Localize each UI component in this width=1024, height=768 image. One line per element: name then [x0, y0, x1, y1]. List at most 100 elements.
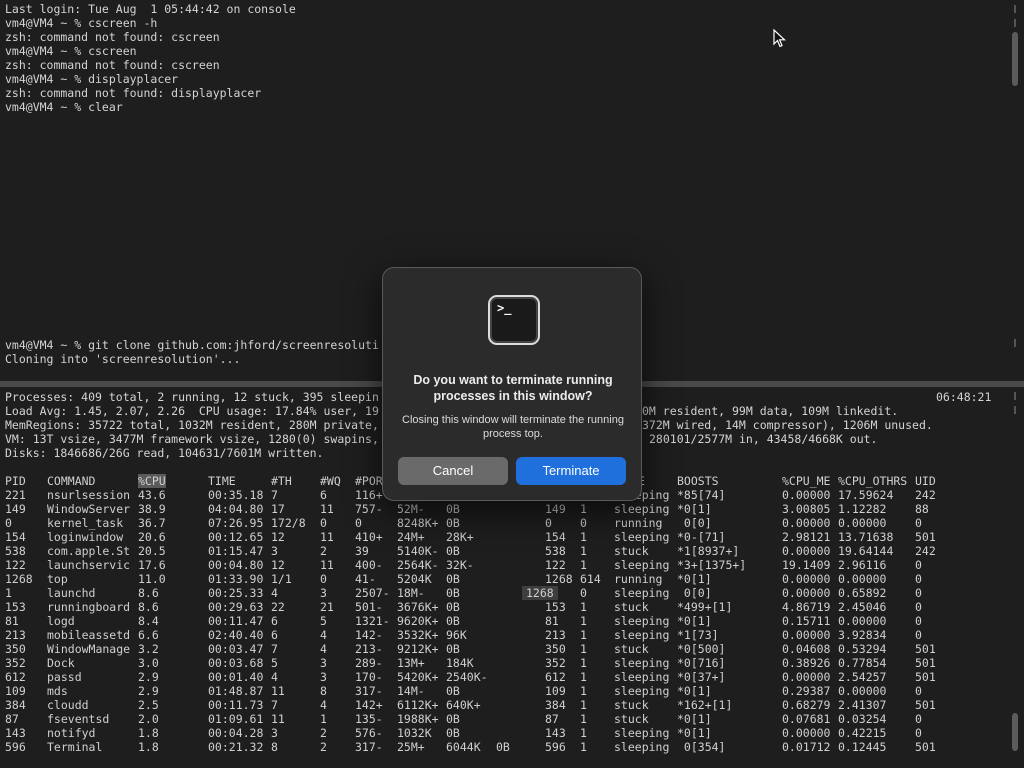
scroll-thumb[interactable]: [1012, 713, 1018, 751]
table-cell: WindowServer: [47, 502, 131, 516]
table-cell: 142-: [355, 628, 383, 642]
table-cell: launchservic: [47, 558, 131, 572]
table-cell: 213-: [355, 642, 383, 656]
table-cell: 11: [271, 684, 285, 698]
table-cell: 0: [915, 516, 922, 530]
table-cell: 36.7: [138, 516, 166, 530]
table-cell: fseventsd: [47, 712, 110, 726]
terminal-line: zsh: command not found: displayplacer: [5, 86, 262, 100]
table-cell: 2540K-: [446, 670, 488, 684]
column-header: BOOSTS: [677, 474, 719, 488]
scroll-thumb[interactable]: [1012, 32, 1018, 86]
table-cell: 1.12282: [838, 502, 887, 516]
table-cell: 0.00000: [782, 488, 831, 502]
table-cell: 1: [580, 740, 587, 754]
table-cell: *0[716]: [677, 656, 726, 670]
table-cell: 43.6: [138, 488, 166, 502]
table-cell: 0.00000: [782, 628, 831, 642]
table-cell: nsurlsession: [47, 488, 131, 502]
table-cell: 7: [271, 642, 278, 656]
table-cell: 384: [5, 698, 26, 712]
table-cell: 1: [580, 530, 587, 544]
table-cell: sleeping: [614, 726, 670, 740]
table-cell: 0: [580, 516, 587, 530]
table-cell: 2.5: [138, 698, 159, 712]
table-cell: *0[1]: [677, 572, 712, 586]
table-cell: 501: [915, 530, 936, 544]
table-cell: 3: [271, 726, 278, 740]
table-cell: 6: [271, 628, 278, 642]
table-cell: 7: [271, 488, 278, 502]
table-cell: 2.96116: [838, 558, 887, 572]
table-cell: 21: [320, 600, 334, 614]
table-cell: stuck: [614, 600, 649, 614]
table-cell: *0[1]: [677, 502, 712, 516]
table-cell: 12: [271, 530, 285, 544]
table-cell: 0.00000: [782, 670, 831, 684]
table-cell: 20.5: [138, 544, 166, 558]
table-cell: 81: [5, 614, 19, 628]
table-cell: 5: [320, 614, 327, 628]
table-cell: *0[37+]: [677, 670, 726, 684]
table-cell: 352: [545, 656, 566, 670]
table-cell: 00:25.33: [208, 586, 264, 600]
table-cell: 28K+: [446, 530, 474, 544]
table-cell: 0B: [446, 572, 460, 586]
table-cell: 170-: [355, 670, 383, 684]
table-cell: 13M+: [397, 656, 425, 670]
table-cell: 0[0]: [677, 586, 712, 600]
table-cell: 289-: [355, 656, 383, 670]
table-cell: 00:04.80: [208, 558, 264, 572]
cancel-button[interactable]: Cancel: [398, 457, 508, 485]
table-cell: 4: [271, 586, 278, 600]
scroll-mark: [1014, 339, 1016, 347]
dialog-message: Closing this window will terminate the r…: [402, 414, 624, 440]
table-cell: 116+: [355, 488, 383, 502]
column-header: TIME: [208, 474, 236, 488]
table-cell: 25M+: [397, 740, 425, 754]
terminal-line: vm4@VM4 ~ % clear: [5, 100, 123, 114]
scroll-mark: [1014, 392, 1016, 400]
table-cell: 6.6: [138, 628, 159, 642]
table-cell: 0[0]: [677, 516, 712, 530]
table-cell: 7: [271, 698, 278, 712]
table-cell: 142+: [355, 698, 383, 712]
table-cell: 2.0: [138, 712, 159, 726]
table-cell: 8.6: [138, 586, 159, 600]
table-cell: 00:35.18: [208, 488, 264, 502]
table-cell: 0B: [446, 586, 460, 600]
table-cell: 596: [5, 740, 26, 754]
terminal-line: Last login: Tue Aug 1 05:44:42 on consol…: [5, 2, 296, 16]
table-cell: 0B: [446, 516, 460, 530]
table-cell: 00:11.47: [208, 614, 264, 628]
table-cell: 0.65892: [838, 586, 887, 600]
table-cell: 11: [320, 530, 334, 544]
table-cell: 317-: [355, 684, 383, 698]
table-cell: 01:09.61: [208, 712, 264, 726]
column-header: #TH: [271, 474, 292, 488]
table-cell: 1.8: [138, 726, 159, 740]
table-cell: 38.9: [138, 502, 166, 516]
column-header: %CPU_OTHRS: [838, 474, 908, 488]
terminal-app-icon: >_: [488, 295, 540, 345]
terminal-line: zsh: command not found: cscreen: [5, 58, 220, 72]
table-cell: *3+[1375+]: [677, 558, 747, 572]
table-cell: 122: [5, 558, 26, 572]
table-cell: 20.6: [138, 530, 166, 544]
bottom-scrollbar[interactable]: [1010, 387, 1022, 768]
table-cell: 1: [580, 628, 587, 642]
table-cell: sleeping: [614, 558, 670, 572]
table-cell: 00:03.68: [208, 656, 264, 670]
table-cell: 2.9: [138, 684, 159, 698]
table-cell: 07:26.95: [208, 516, 264, 530]
table-cell: 0B: [446, 614, 460, 628]
table-cell: 41-: [355, 572, 376, 586]
table-cell: 17.6: [138, 558, 166, 572]
table-cell: 154: [5, 530, 26, 544]
table-cell: 3: [320, 656, 327, 670]
top-scrollbar[interactable]: [1010, 0, 1022, 381]
table-cell: sleeping: [614, 530, 670, 544]
table-cell: sleeping: [614, 740, 670, 754]
terminate-button[interactable]: Terminate: [516, 457, 626, 485]
table-cell: 1/1: [271, 572, 292, 586]
